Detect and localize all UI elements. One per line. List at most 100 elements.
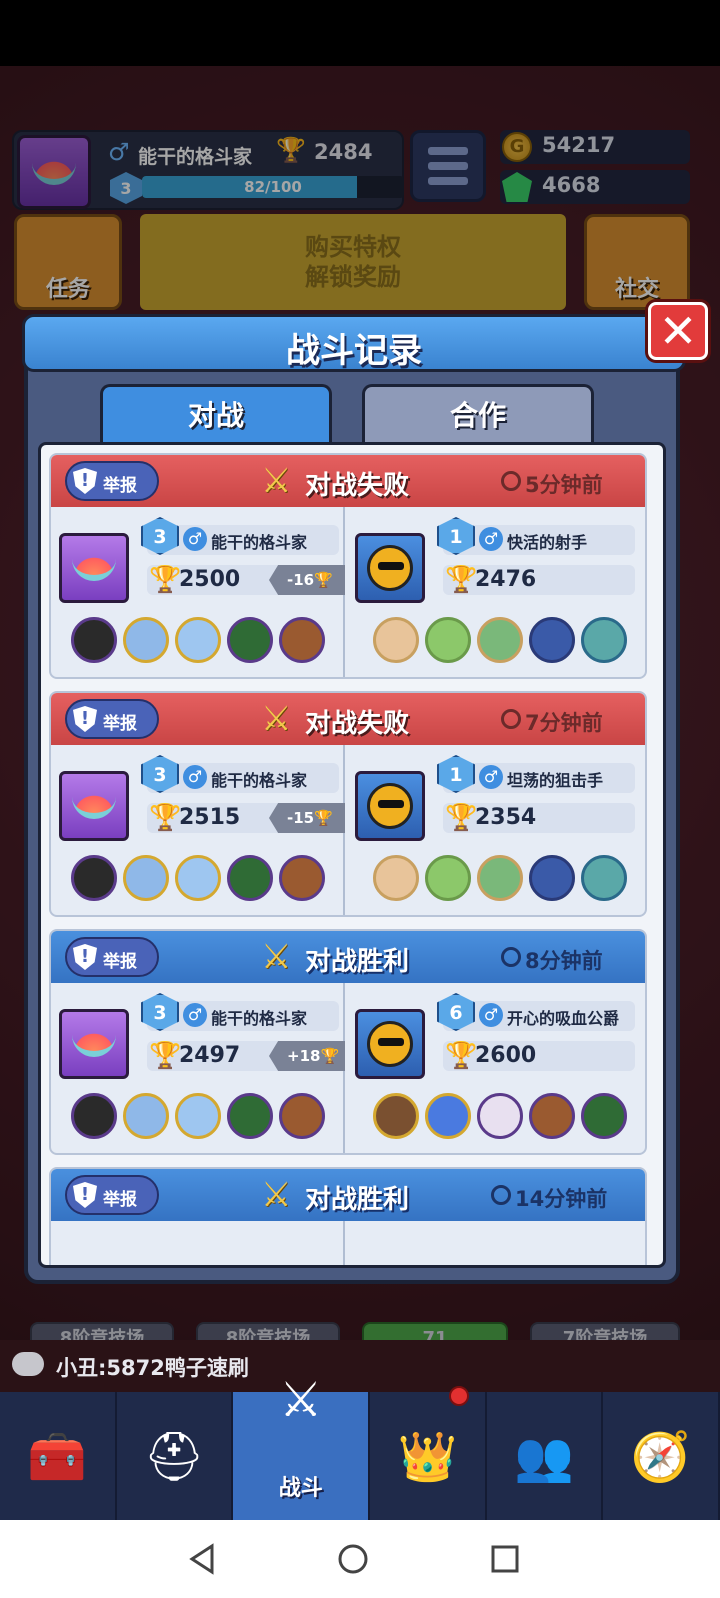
- hero-icon[interactable]: [227, 1093, 273, 1139]
- club-banner-icon: 👥: [514, 1428, 575, 1485]
- nav-battle[interactable]: ⚔ 战斗: [233, 1372, 371, 1520]
- trophy-delta: +18🏆: [269, 1041, 345, 1071]
- hero-lineup: [367, 617, 637, 667]
- self-side: 3 ♂ 能干的格斗家 🏆 2497 +18🏆: [51, 983, 345, 1153]
- nav-explore[interactable]: 🧭: [603, 1392, 720, 1520]
- hero-icon[interactable]: [529, 855, 575, 901]
- hero-icon[interactable]: [373, 617, 419, 663]
- hero-icon[interactable]: [581, 617, 627, 663]
- player-score: 2500: [179, 567, 241, 592]
- nav-shop[interactable]: 🧰: [0, 1392, 117, 1520]
- recents-icon[interactable]: [488, 1542, 522, 1576]
- trophy-icon: 🏆: [445, 803, 478, 833]
- time-text: 7分钟前: [525, 711, 603, 735]
- hero-icon[interactable]: [425, 617, 471, 663]
- tab-coop[interactable]: 合作: [362, 384, 594, 446]
- hero-icon[interactable]: [477, 617, 523, 663]
- hero-icon[interactable]: [581, 855, 627, 901]
- male-icon: ♂: [183, 527, 207, 551]
- player-name: 能干的格斗家: [211, 771, 308, 790]
- lotus-icon: [72, 793, 116, 819]
- hero-icon[interactable]: [227, 855, 273, 901]
- hero-icon[interactable]: [279, 855, 325, 901]
- male-icon: ♂: [183, 1003, 207, 1027]
- result-text: 对战失败: [305, 471, 410, 501]
- hero-icon[interactable]: [175, 617, 221, 663]
- hero-icon[interactable]: [581, 1093, 627, 1139]
- male-icon: ♂: [479, 1003, 503, 1027]
- nav-ranking[interactable]: 👑: [370, 1386, 487, 1520]
- hero-icon[interactable]: [123, 1093, 169, 1139]
- trophy-icon: 🏆: [149, 803, 182, 833]
- opponent-name: 坦荡的狙击手: [507, 771, 604, 790]
- trophy-icon: 🏆: [445, 565, 478, 595]
- report-label: 举报: [103, 714, 137, 734]
- crown-shield-icon: 👑: [397, 1428, 458, 1485]
- report-button[interactable]: ! 举报: [65, 461, 159, 501]
- player-avatar[interactable]: [59, 771, 129, 841]
- report-label: 举报: [103, 1190, 137, 1210]
- opponent-avatar[interactable]: [355, 1009, 425, 1079]
- hero-lineup: [71, 855, 341, 905]
- opponent-score: 2476: [475, 567, 537, 592]
- report-button[interactable]: ! 举报: [65, 937, 159, 977]
- hero-icon[interactable]: [425, 1093, 471, 1139]
- record-card: ! 举报 ⚔ 对战失败 5分钟前 3 ♂ 能干的格斗家 🏆 2500 -16🏆: [49, 453, 647, 679]
- hero-icon[interactable]: [227, 617, 273, 663]
- hero-icon[interactable]: [123, 855, 169, 901]
- opponent-avatar[interactable]: [355, 771, 425, 841]
- opponent-avatar[interactable]: [355, 533, 425, 603]
- hero-icon[interactable]: [71, 617, 117, 663]
- hero-icon[interactable]: [279, 617, 325, 663]
- system-nav-bar: [0, 1520, 720, 1598]
- hero-icon[interactable]: [279, 1093, 325, 1139]
- player-avatar[interactable]: [59, 1009, 129, 1079]
- report-label: 举报: [103, 952, 137, 972]
- self-side: 3 ♂ 能干的格斗家 🏆 2515 -15🏆: [51, 745, 345, 915]
- clock-icon: [501, 471, 521, 491]
- player-score: 2497: [179, 1043, 241, 1068]
- home-icon[interactable]: [336, 1542, 370, 1576]
- tab-battle[interactable]: 对战: [100, 384, 332, 446]
- record-header: ! 举报 ⚔ 对战失败 7分钟前: [51, 693, 645, 745]
- hero-lineup: [367, 855, 637, 905]
- crossed-swords-icon: ⚔: [261, 937, 292, 977]
- record-list[interactable]: ! 举报 ⚔ 对战失败 5分钟前 3 ♂ 能干的格斗家 🏆 2500 -16🏆: [38, 442, 666, 1268]
- time-text: 5分钟前: [525, 473, 603, 497]
- hero-icon[interactable]: [373, 1093, 419, 1139]
- report-button[interactable]: ! 举报: [65, 1175, 159, 1215]
- hero-icon[interactable]: [529, 617, 575, 663]
- close-icon: ✕: [658, 304, 698, 358]
- self-side: [51, 1221, 345, 1265]
- opponent-name: 快活的射手: [507, 533, 588, 552]
- hero-icon[interactable]: [477, 1093, 523, 1139]
- hero-icon[interactable]: [529, 1093, 575, 1139]
- back-icon[interactable]: [186, 1542, 220, 1576]
- hero-icon[interactable]: [175, 855, 221, 901]
- hero-icon[interactable]: [373, 855, 419, 901]
- trophy-delta: -16🏆: [269, 565, 345, 595]
- record-header: ! 举报 ⚔ 对战失败 5分钟前: [51, 455, 645, 507]
- nav-heroes[interactable]: ⛑: [117, 1392, 234, 1520]
- nav-club[interactable]: 👥: [487, 1392, 604, 1520]
- chat-bar[interactable]: 小丑:5872鸭子速刷: [0, 1340, 720, 1392]
- treasure-chest-icon: 🧰: [27, 1428, 88, 1485]
- trophy-icon: 🏆: [149, 1041, 182, 1071]
- hero-icon[interactable]: [71, 1093, 117, 1139]
- trophy-icon: 🏆: [445, 1041, 478, 1071]
- hero-icon[interactable]: [477, 855, 523, 901]
- result-text: 对战失败: [305, 709, 410, 739]
- opponent-side: 6 ♂ 开心的吸血公爵 🏆 2600: [347, 983, 641, 1153]
- report-button[interactable]: ! 举报: [65, 699, 159, 739]
- self-side: 3 ♂ 能干的格斗家 🏆 2500 -16🏆: [51, 507, 345, 677]
- player-avatar[interactable]: [59, 533, 129, 603]
- time-text: 8分钟前: [525, 949, 603, 973]
- compass-icon: 🧭: [630, 1428, 691, 1485]
- close-button[interactable]: ✕: [648, 302, 708, 360]
- lotus-icon: [72, 1031, 116, 1057]
- hero-icon[interactable]: [71, 855, 117, 901]
- hero-icon[interactable]: [123, 617, 169, 663]
- knight-helmet-icon: ⛑: [143, 1428, 205, 1485]
- hero-icon[interactable]: [175, 1093, 221, 1139]
- hero-icon[interactable]: [425, 855, 471, 901]
